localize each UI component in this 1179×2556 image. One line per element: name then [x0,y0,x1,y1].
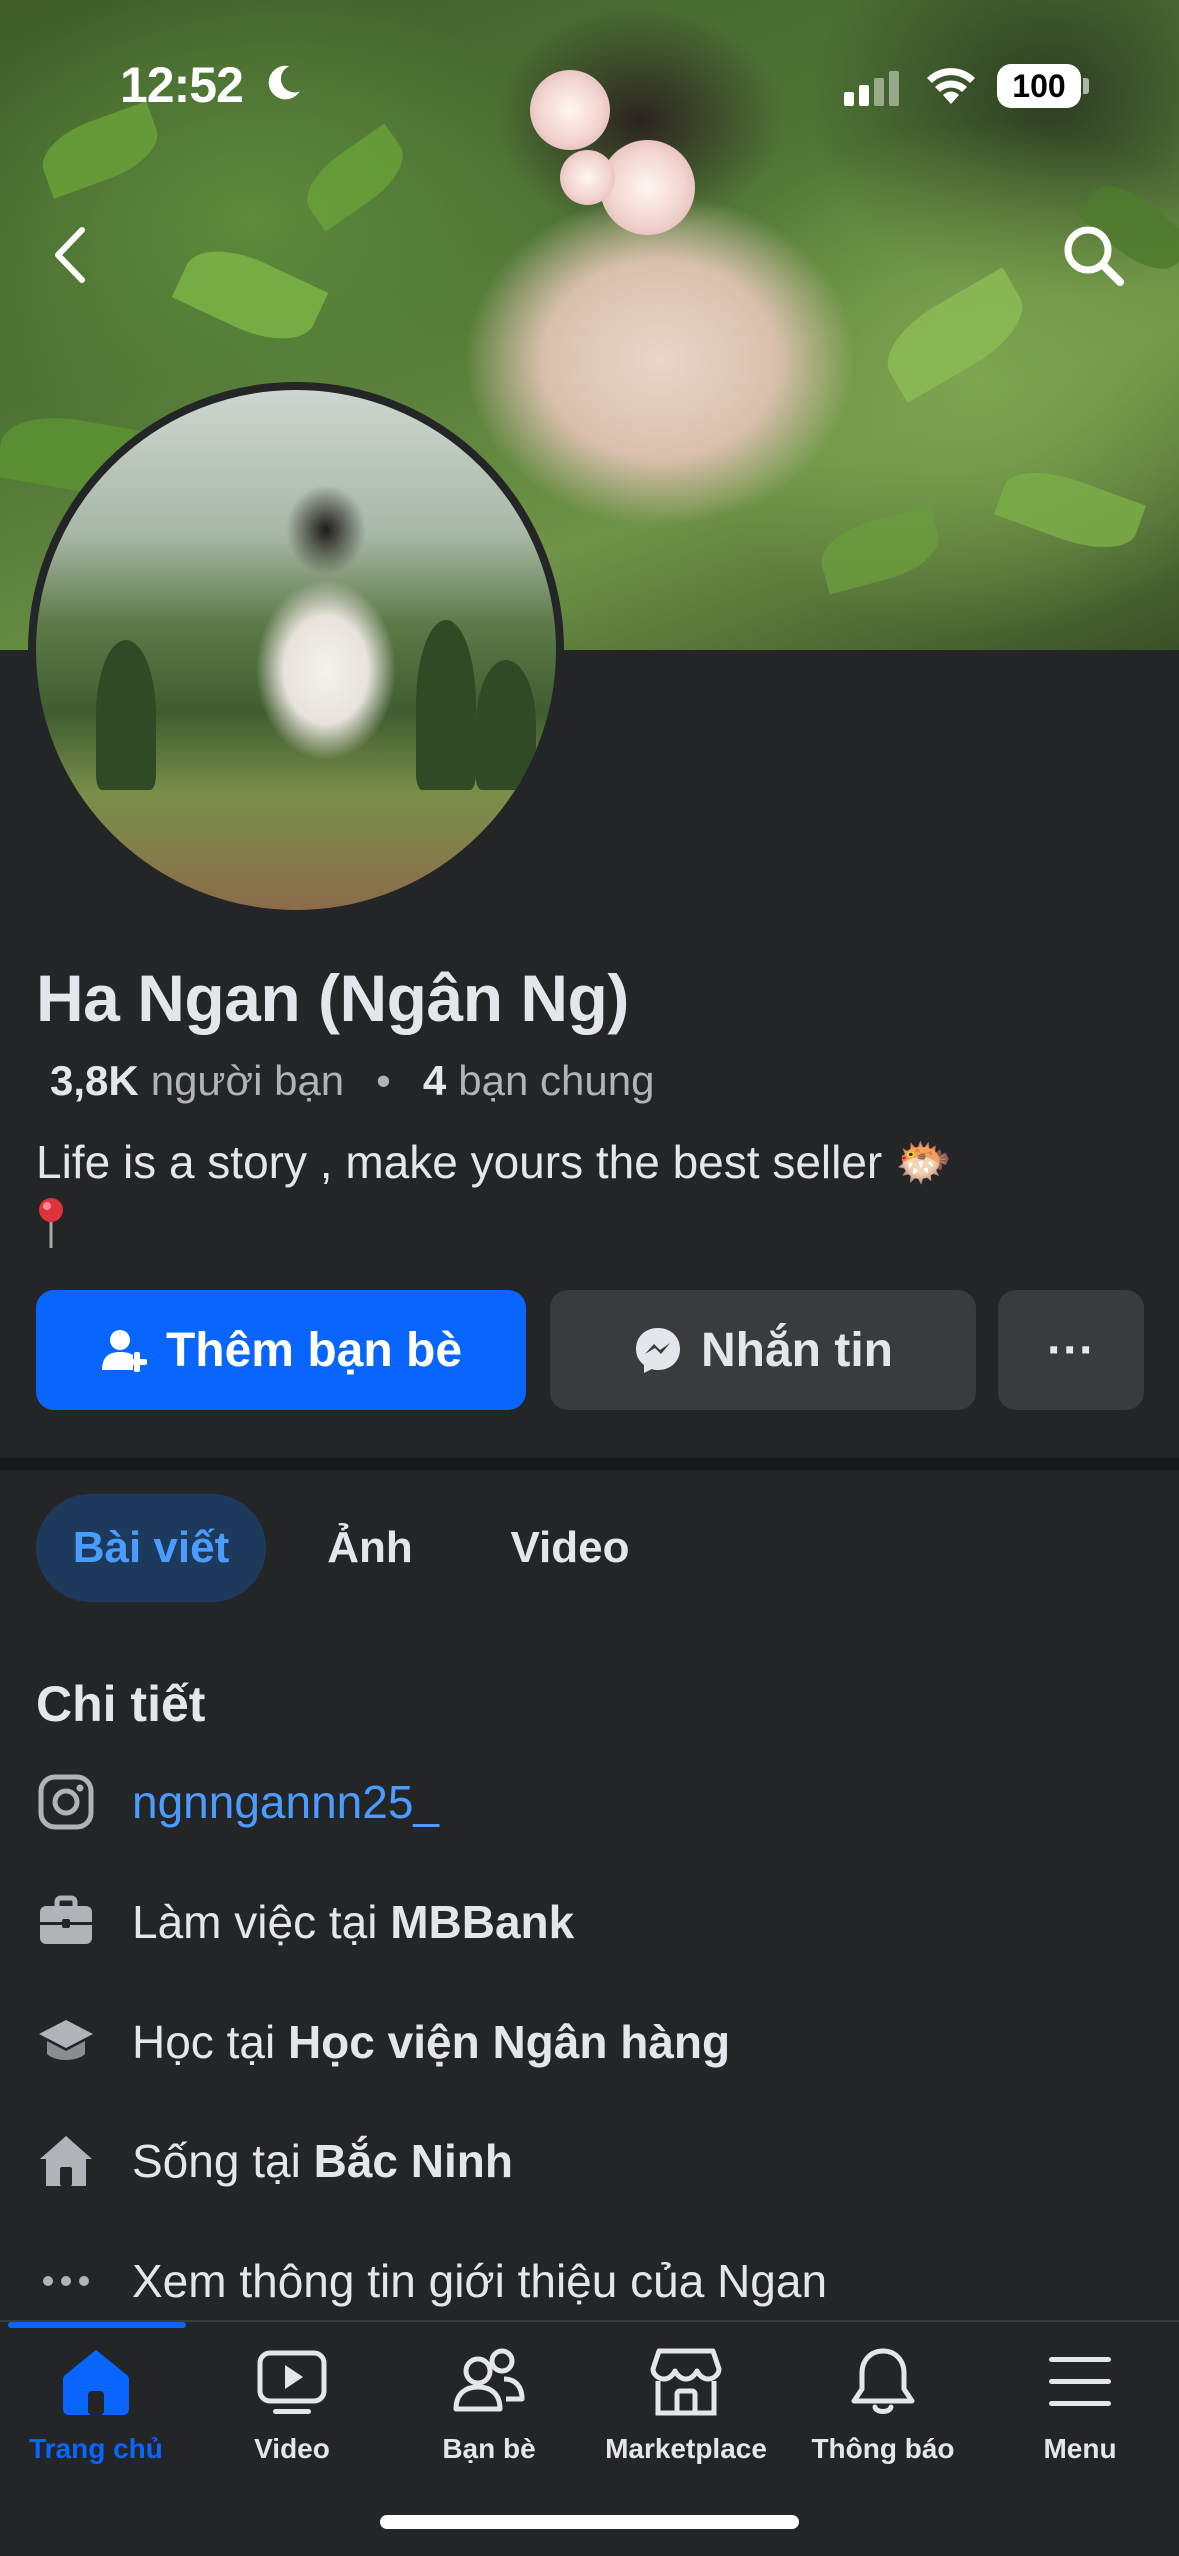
wifi-icon [927,68,975,104]
tab-video[interactable]: Video [490,1494,650,1602]
add-friend-icon [101,1330,147,1372]
profile-name: Ha Ngan (Ngân Ng) [36,961,629,1035]
nav-video[interactable]: Video [194,2345,390,2475]
education-text: Học tại Học viện Ngân hàng [132,2016,731,2068]
battery-tip [1083,78,1089,94]
location-text: Sống tại Bắc Ninh [132,2135,513,2187]
nav-menu-label: Menu [1043,2433,1117,2464]
do-not-disturb-moon-icon [268,65,300,100]
home-indicator-bar[interactable] [380,2515,799,2529]
home-icon [63,2350,129,2415]
nav-marketplace-label: Marketplace [605,2433,767,2464]
nav-home-label: Trang chủ [29,2433,163,2464]
detail-work: Làm việc tại MBBank [36,1882,1146,1962]
detail-see-more[interactable]: Xem thông tin giới thiệu của Ngan [36,2241,1146,2321]
section-divider [0,1458,1179,1470]
detail-education: Học tại Học viện Ngân hàng [36,2002,1146,2082]
nav-friends-label: Bạn bè [442,2433,536,2464]
message-button[interactable]: Nhắn tin [550,1290,976,1410]
mutual-friends-label: bạn chung [458,1057,655,1104]
bio-text: Life is a story , make yours the best se… [36,1136,953,1188]
graduation-cap-icon [36,2012,96,2072]
bell-icon [851,2348,915,2414]
stats-separator: • [376,1057,391,1104]
menu-icon [1049,2357,1111,2406]
nav-notifications[interactable]: Thông báo [785,2345,981,2475]
friends-label: người bạn [150,1057,345,1104]
profile-avatar[interactable] [28,382,564,918]
nav-friends[interactable]: Bạn bè [391,2345,587,2475]
details-heading: Chi tiết [36,1676,206,1732]
cellular-signal-icon [844,71,899,106]
more-options-button[interactable]: ··· [998,1290,1144,1410]
back-arrow-icon[interactable] [42,220,98,290]
more-dots-icon [36,2251,96,2311]
messenger-icon [636,1328,680,1373]
profile-bio: Life is a story , make yours the best se… [36,1133,1136,1252]
nav-menu[interactable]: Menu [982,2345,1178,2475]
video-icon [257,2350,327,2414]
detail-instagram[interactable]: ngnngannn25_ [36,1762,1146,1842]
marketplace-icon [650,2348,722,2416]
profile-stats[interactable]: 3,8K người bạn • 4 bạn chung [50,1057,654,1105]
message-label: Nhắn tin [701,1323,893,1377]
instagram-icon [36,1772,96,1832]
house-icon [36,2131,96,2191]
status-time: 12:52 [120,57,244,113]
status-bar: 12:52 100 [0,0,1179,160]
see-more-text[interactable]: Xem thông tin giới thiệu của Ngan [132,2254,827,2308]
active-tab-indicator [8,2322,186,2328]
briefcase-icon [36,1892,96,1952]
nav-video-label: Video [254,2433,330,2464]
work-text: Làm việc tại MBBank [132,1896,575,1948]
battery-indicator: 100 [997,64,1081,108]
round-pushpin-emoji-icon [39,1197,63,1248]
nav-notifications-label: Thông báo [811,2433,955,2464]
tab-posts[interactable]: Bài viết [36,1494,266,1602]
add-friend-button[interactable]: Thêm bạn bè [36,1290,526,1410]
friends-count: 3,8K [50,1057,139,1104]
nav-home[interactable]: Trang chủ [0,2345,194,2475]
more-options-icon: ··· [1047,1323,1095,1377]
mutual-friends-count: 4 [422,1057,447,1104]
add-friend-label: Thêm bạn bè [165,1323,463,1377]
friends-icon [453,2348,525,2412]
nav-marketplace[interactable]: Marketplace [588,2345,784,2475]
detail-location: Sống tại Bắc Ninh [36,2121,1146,2201]
instagram-handle-link[interactable]: ngnngannn25_ [132,1775,439,1829]
tab-photos[interactable]: Ảnh [300,1494,440,1602]
search-icon[interactable] [1058,220,1128,290]
